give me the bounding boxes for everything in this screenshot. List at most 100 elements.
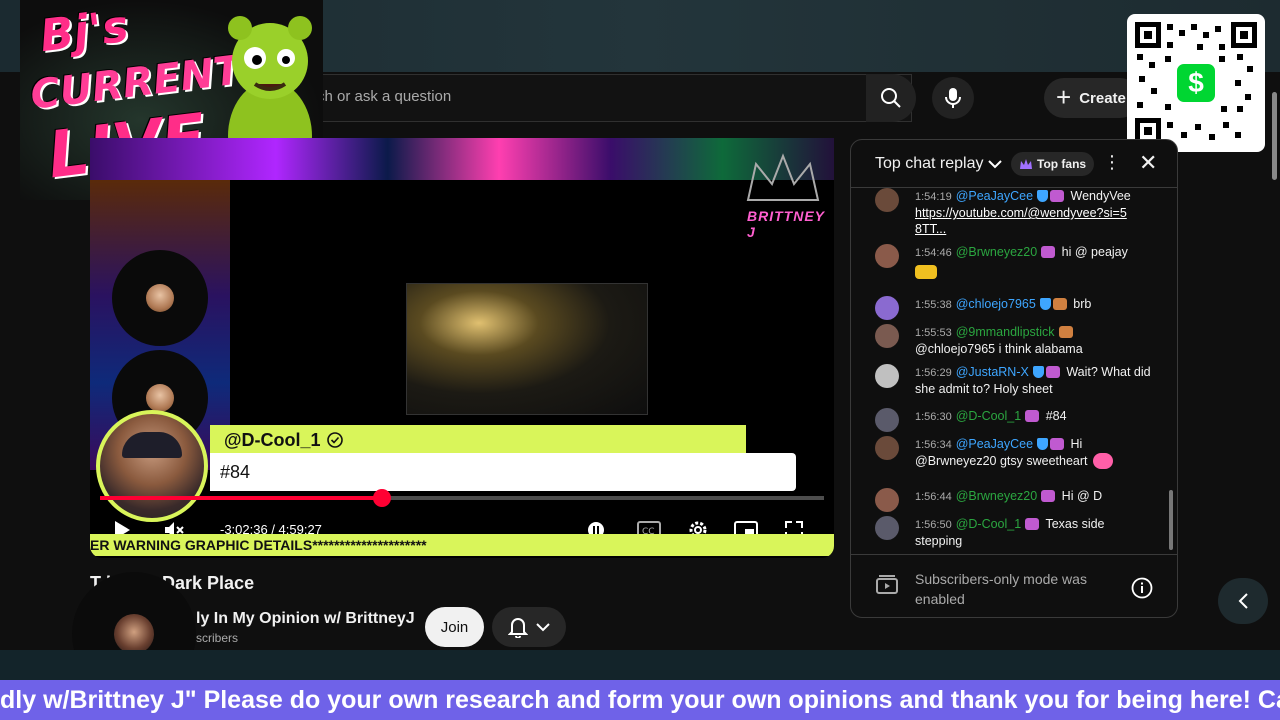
chat-scrollbar-thumb[interactable] <box>1169 490 1173 550</box>
message-text: @chloejo7965 i think alabama <box>915 342 1083 356</box>
message-author[interactable]: @JustaRN-X <box>956 365 1029 379</box>
message-time: 1:55:53 <box>915 327 952 339</box>
subscriber-count: scribers <box>196 631 239 645</box>
message-time: 1:54:46 <box>915 247 952 259</box>
message-time: 1:56:34 <box>915 439 952 451</box>
avatar <box>875 324 899 348</box>
member-badge-icon <box>1050 438 1065 450</box>
top-fans-button[interactable]: Top fans <box>1011 152 1095 176</box>
message-time: 1:55:38 <box>915 299 952 311</box>
notifications-button[interactable] <box>492 607 566 647</box>
video-player[interactable]: BRITTNEY J @D-Cool_1 #84 -3:02:36 / 4:59… <box>90 138 834 558</box>
avatar <box>875 244 899 268</box>
message-link[interactable]: https://youtube.com/@wendyvee?si=5 <box>915 206 1127 220</box>
chat-title: Top chat replay <box>875 155 984 172</box>
message-author[interactable]: @PeaJayCee <box>956 437 1033 451</box>
subscribers-only-notice: Subscribers-only mode was enabled <box>915 571 1087 607</box>
chat-scrollbar[interactable] <box>1169 192 1173 552</box>
bottom-band <box>0 650 1280 680</box>
guest-face-2 <box>146 384 174 412</box>
chevron-down-icon <box>536 623 550 632</box>
chat-footer: Subscribers-only mode was enabled <box>851 554 1177 617</box>
superchat-name: @D-Cool_1 <box>224 429 321 450</box>
voice-search-button[interactable] <box>932 77 974 119</box>
member-badge-icon <box>1025 410 1040 422</box>
avatar <box>875 296 899 320</box>
avatar <box>875 408 899 432</box>
message-text: WendyVee <box>1070 189 1131 203</box>
moderator-badge-icon <box>1037 438 1049 450</box>
search-button[interactable] <box>866 74 916 122</box>
message-text: brb <box>1073 297 1092 311</box>
avatar <box>875 188 899 212</box>
cashapp-dollar-icon: $ <box>1174 61 1218 105</box>
member-badge-icon <box>1041 490 1056 502</box>
message-author[interactable]: @Brwneyez20 <box>956 245 1037 259</box>
info-icon[interactable] <box>1131 577 1153 599</box>
message-link-continued[interactable]: 8TT... <box>915 222 946 236</box>
message-time: 1:54:19 <box>915 191 952 203</box>
message-author[interactable]: @Brwneyez20 <box>956 489 1037 503</box>
create-button[interactable]: + Create <box>1044 78 1140 118</box>
message-time: 1:56:29 <box>915 367 952 379</box>
avatar <box>875 436 899 460</box>
avatar <box>875 516 899 540</box>
message-author[interactable]: @9mmandlipstick <box>956 325 1055 339</box>
message-text: hi @ peajay <box>1061 245 1128 259</box>
bell-icon <box>508 618 528 638</box>
member-badge-icon <box>1025 518 1040 530</box>
member-badge-icon <box>1045 366 1060 378</box>
page-scrollbar-thumb[interactable] <box>1272 92 1277 180</box>
member-badge-icon <box>1041 246 1056 258</box>
avatar <box>875 488 899 512</box>
guest-avatar-face <box>114 614 154 654</box>
message-author[interactable]: @D-Cool_1 <box>956 409 1022 423</box>
progress-fill <box>100 496 383 500</box>
superchat-message: #84 <box>220 461 251 482</box>
guest-face-1 <box>146 284 174 312</box>
scrolling-banner: dly w/Brittney J" Please do your own res… <box>0 680 1280 720</box>
page-scrollbar[interactable] <box>1270 80 1278 650</box>
message-author[interactable]: @PeaJayCee <box>956 189 1033 203</box>
logo-line-1: Bj's <box>37 0 132 63</box>
video-clip <box>406 283 648 415</box>
message-author[interactable]: @D-Cool_1 <box>956 517 1022 531</box>
join-button[interactable]: Join <box>425 607 484 647</box>
plus-icon: + <box>1056 81 1072 112</box>
warning-ticker: ER WARNING GRAPHIC DETAILS**************… <box>90 534 834 556</box>
verified-check-icon <box>326 432 343 448</box>
subscriptions-icon <box>876 575 898 594</box>
message-time: 1:56:44 <box>915 491 952 503</box>
video-overlay-top <box>90 138 834 180</box>
superchat-message-bar: #84 <box>210 453 796 491</box>
moderator-badge-icon <box>1037 190 1049 202</box>
progress-scrubber[interactable] <box>373 489 392 507</box>
top-fans-label: Top fans <box>1037 157 1087 171</box>
chat-mode-dropdown[interactable]: Top chat replay <box>875 155 1002 173</box>
brittney-j-watermark: BRITTNEY J <box>747 208 825 240</box>
superchat-avatar <box>96 410 208 522</box>
guest-camera-1 <box>112 250 208 346</box>
member-badge-icon <box>1052 298 1067 310</box>
channel-name[interactable]: ly In My Opinion w/ BrittneyJ <box>196 610 415 628</box>
moderator-badge-icon <box>1039 298 1051 310</box>
cashapp-qr-code: $ <box>1127 14 1265 152</box>
chevron-down-icon <box>987 160 1002 169</box>
chat-messages: 1:54:19 @PeaJayCee WendyVee https://youtu… <box>851 188 1177 554</box>
message-author[interactable]: @chloejo7965 <box>956 297 1036 311</box>
message-time: 1:56:50 <box>915 519 952 531</box>
search-placeholder: rch or ask a question <box>312 88 452 105</box>
crown-icon <box>746 153 820 201</box>
crown-icon <box>1020 159 1032 169</box>
expand-panel-button[interactable] <box>1218 578 1268 624</box>
progress-bar[interactable] <box>100 489 824 507</box>
superchat-name-bar: @D-Cool_1 <box>210 425 746 455</box>
message-text: Hi @ D <box>1061 489 1103 503</box>
live-chat-panel: Top chat replay Top fans ⋮ ✕ 1:54:19 @Pea… <box>850 139 1178 618</box>
more-options-icon[interactable]: ⋮ <box>1103 152 1121 173</box>
avatar <box>875 364 899 388</box>
microphone-icon <box>945 88 961 108</box>
close-icon[interactable]: ✕ <box>1139 150 1157 176</box>
moderator-badge-icon <box>1032 366 1044 378</box>
chat-header: Top chat replay Top fans ⋮ ✕ <box>851 140 1177 188</box>
